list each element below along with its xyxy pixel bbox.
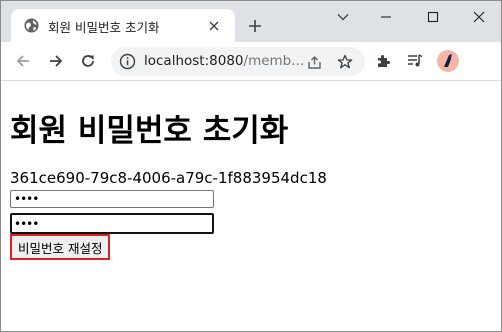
reset-password-button[interactable]: 비밀번호 재설정 bbox=[10, 234, 111, 260]
chevron-down-icon[interactable] bbox=[331, 5, 355, 29]
password-confirm-field[interactable]: •••• bbox=[10, 213, 214, 234]
page-title: 회원 비밀번호 초기화 bbox=[10, 113, 289, 149]
extensions-icon[interactable] bbox=[372, 50, 394, 72]
share-icon[interactable] bbox=[305, 53, 323, 71]
tab-strip: 회원 비밀번호 초기화 bbox=[1, 1, 501, 42]
reload-icon[interactable] bbox=[77, 50, 99, 72]
star-icon[interactable] bbox=[336, 53, 354, 71]
back-icon[interactable] bbox=[12, 50, 34, 72]
info-icon[interactable] bbox=[119, 53, 136, 70]
media-icon[interactable] bbox=[404, 50, 426, 72]
reset-password-button-label: 비밀번호 재설정 bbox=[18, 240, 103, 256]
tab-title: 회원 비밀번호 초기화 bbox=[48, 20, 160, 35]
password-field[interactable]: •••• bbox=[10, 190, 214, 208]
globe-icon bbox=[24, 18, 39, 33]
browser-window: 회원 비밀번호 초기화 localhost:8080/memb... 회원 비밀… bbox=[0, 0, 502, 332]
close-icon[interactable] bbox=[204, 16, 224, 36]
window-close-icon[interactable] bbox=[467, 5, 491, 29]
profile-avatar[interactable] bbox=[437, 50, 459, 72]
reset-token-text: 361ce690-79c8-4006-a79c-1f883954dc18 bbox=[10, 169, 327, 187]
browser-toolbar: localhost:8080/memb... bbox=[1, 42, 501, 81]
maximize-icon[interactable] bbox=[421, 5, 445, 29]
plus-icon[interactable] bbox=[245, 16, 265, 36]
url-path: /memb... bbox=[243, 53, 305, 69]
url-host: localhost:8080 bbox=[144, 53, 244, 69]
address-bar[interactable]: localhost:8080/memb... bbox=[111, 47, 365, 76]
forward-icon[interactable] bbox=[45, 50, 67, 72]
url-text: localhost:8080/memb... bbox=[144, 53, 304, 69]
minimize-icon[interactable] bbox=[374, 5, 398, 29]
page-content: 회원 비밀번호 초기화 361ce690-79c8-4006-a79c-1f88… bbox=[1, 81, 501, 331]
browser-tab[interactable]: 회원 비밀번호 초기화 bbox=[11, 9, 235, 42]
